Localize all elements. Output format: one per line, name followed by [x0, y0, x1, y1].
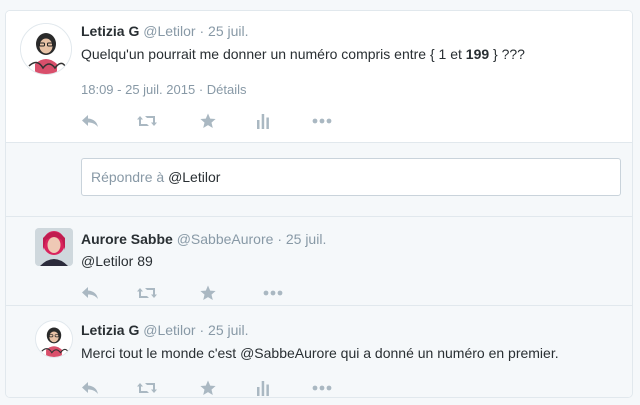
- tweet-header: Letizia G @Letilor · 25 juil.: [81, 322, 249, 338]
- avatar-letizia[interactable]: [20, 23, 72, 75]
- analytics-icon: [257, 114, 269, 129]
- author-handle[interactable]: @Letilor: [143, 23, 195, 39]
- more-button[interactable]: [311, 378, 333, 397]
- reply-icon: [82, 382, 98, 394]
- reply-mention: @Letilor: [168, 169, 221, 185]
- reply-tweet[interactable]: Aurore Sabbe @SabbeAurore · 25 juil. @Le…: [6, 217, 632, 306]
- retweet-icon: [137, 288, 157, 298]
- favorite-button[interactable]: [197, 111, 219, 131]
- tweet-header: Aurore Sabbe @SabbeAurore · 25 juil.: [81, 231, 326, 247]
- more-icon: [263, 290, 283, 296]
- favorite-icon: [200, 285, 216, 300]
- tweet-date[interactable]: · 25 juil.: [199, 322, 248, 338]
- more-button[interactable]: [311, 111, 333, 131]
- retweet-button[interactable]: [136, 283, 158, 303]
- more-icon: [312, 385, 332, 391]
- reply-placeholder: Répondre à: [91, 169, 169, 185]
- retweet-icon: [137, 383, 157, 393]
- analytics-button[interactable]: [252, 111, 274, 131]
- favorite-button[interactable]: [197, 283, 219, 303]
- tweet-text: Merci tout le monde c'est @SabbeAurore q…: [81, 345, 559, 361]
- more-button[interactable]: [262, 283, 284, 303]
- favorite-icon: [200, 380, 216, 395]
- tweet-text-part: Quelqu'un pourrait me donner un numéro c…: [81, 46, 466, 62]
- tweet-actions: [79, 111, 339, 131]
- analytics-button[interactable]: [252, 378, 274, 397]
- retweet-button[interactable]: [136, 111, 158, 131]
- avatar-aurore[interactable]: [35, 228, 73, 266]
- author-name[interactable]: Letizia G: [81, 23, 139, 39]
- details-link[interactable]: Détails: [207, 82, 247, 97]
- reply-button[interactable]: [79, 378, 101, 397]
- reply-button[interactable]: [79, 111, 101, 131]
- tweet-meta: 18:09 - 25 juil. 2015 · Détails: [81, 82, 247, 97]
- author-handle[interactable]: @Letilor: [143, 322, 195, 338]
- conversation-panel: Letizia G @Letilor · 25 juil. Quelqu'un …: [5, 10, 633, 398]
- reply-icon: [82, 287, 98, 299]
- tweet-actions: [79, 283, 299, 303]
- follow-up-tweet[interactable]: Letizia G @Letilor · 25 juil. Merci tout…: [6, 306, 632, 397]
- tweet-header: Letizia G @Letilor · 25 juil.: [81, 23, 249, 39]
- tweet-text: Quelqu'un pourrait me donner un numéro c…: [81, 46, 525, 62]
- tweet-text-bold: 199: [465, 46, 490, 62]
- meta-separator: ·: [195, 82, 207, 97]
- analytics-icon: [257, 381, 269, 396]
- more-icon: [312, 118, 332, 124]
- author-name[interactable]: Letizia G: [81, 322, 139, 338]
- retweet-button[interactable]: [136, 378, 158, 397]
- author-name[interactable]: Aurore Sabbe: [81, 231, 173, 247]
- favorite-button[interactable]: [197, 378, 219, 397]
- reply-icon: [82, 115, 98, 127]
- tweet-text: @Letilor 89: [81, 253, 153, 269]
- retweet-icon: [137, 116, 157, 126]
- tweet-date[interactable]: · 25 juil.: [199, 23, 248, 39]
- tweet-date[interactable]: · 25 juil.: [277, 231, 326, 247]
- reply-input[interactable]: Répondre à @Letilor: [81, 158, 621, 196]
- tweet-timestamp[interactable]: 18:09 - 25 juil. 2015: [81, 82, 195, 97]
- tweet-text-part: } ???: [489, 46, 525, 62]
- author-handle[interactable]: @SabbeAurore: [177, 231, 274, 247]
- favorite-icon: [200, 113, 216, 128]
- tweet-actions: [79, 378, 339, 397]
- main-tweet[interactable]: Letizia G @Letilor · 25 juil. Quelqu'un …: [6, 11, 632, 142]
- reply-area: Répondre à @Letilor: [6, 142, 632, 217]
- avatar-letizia[interactable]: [35, 320, 73, 358]
- reply-button[interactable]: [79, 283, 101, 303]
